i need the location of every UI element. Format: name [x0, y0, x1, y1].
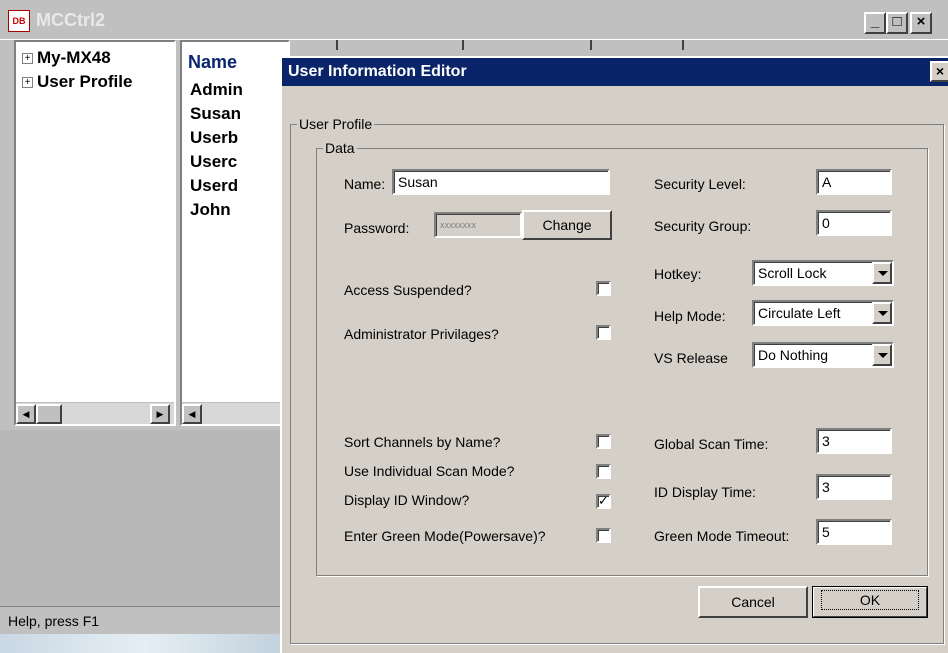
list-column-header-bar	[290, 40, 770, 50]
dropdown-arrow-icon[interactable]	[872, 302, 892, 324]
scroll-left-arrow-icon[interactable]: ◀	[16, 404, 36, 424]
id-display-time-field[interactable]: 3	[816, 474, 892, 500]
security-level-field[interactable]: A	[816, 169, 892, 195]
id-display-time-label: ID Display Time:	[654, 484, 756, 500]
display-id-window-label: Display ID Window?	[344, 492, 470, 508]
name-field[interactable]: Susan	[392, 169, 610, 195]
individual-scan-label: Use Individual Scan Mode?	[344, 463, 515, 479]
column-separator[interactable]	[336, 40, 338, 50]
global-scan-time-field[interactable]: 3	[816, 428, 892, 454]
list-item[interactable]: Admin	[190, 80, 243, 100]
maximize-button[interactable]: □	[886, 12, 908, 34]
sort-channels-label: Sort Channels by Name?	[344, 434, 501, 450]
app-icon: DB	[8, 10, 30, 32]
password-field: xxxxxxxx	[434, 212, 522, 238]
green-mode-label: Enter Green Mode(Powersave)?	[344, 528, 546, 544]
list-item[interactable]: Userd	[190, 176, 238, 196]
dialog-titlebar[interactable]: User Information Editor ×	[282, 58, 948, 86]
tree-item-my-mx48[interactable]: + My-MX48	[22, 48, 111, 70]
security-group-field[interactable]: 0	[816, 210, 892, 236]
list-item[interactable]: Userb	[190, 128, 238, 148]
list-item[interactable]: Susan	[190, 104, 241, 124]
tree-item-label: My-MX48	[37, 48, 111, 67]
tree-item-user-profile[interactable]: + User Profile	[22, 72, 132, 94]
individual-scan-checkbox[interactable]	[596, 464, 611, 479]
main-titlebar[interactable]: DB MCCtrl2 _ □ ×	[0, 0, 948, 40]
tree-item-label: User Profile	[37, 72, 133, 91]
vs-release-selected-value: Do Nothing	[758, 347, 829, 363]
expand-icon[interactable]: +	[22, 53, 33, 65]
change-password-button[interactable]: Change	[522, 210, 612, 240]
dialog-title: User Information Editor	[288, 63, 467, 80]
column-separator[interactable]	[682, 40, 684, 50]
status-text: Help, press F1	[8, 613, 100, 629]
minimize-button[interactable]: _	[864, 12, 886, 34]
security-group-label: Security Group:	[654, 218, 752, 234]
green-mode-checkbox[interactable]	[596, 528, 611, 543]
tree-view[interactable]: + My-MX48 + User Profile ◀ ▶	[14, 40, 176, 426]
hotkey-dropdown[interactable]: Scroll Lock	[752, 260, 894, 286]
list-item[interactable]: Userc	[190, 152, 237, 172]
expand-icon[interactable]: +	[22, 77, 33, 89]
ok-button-label: OK	[820, 590, 920, 610]
cancel-button[interactable]: Cancel	[698, 586, 808, 618]
dropdown-arrow-icon[interactable]	[872, 262, 892, 284]
client-area	[0, 430, 290, 610]
access-suspended-checkbox[interactable]	[596, 281, 611, 296]
administrator-privilages-label: Administrator Privilages?	[344, 326, 499, 342]
desktop-background	[0, 634, 290, 653]
column-separator[interactable]	[462, 40, 464, 50]
dialog-close-button[interactable]: ×	[930, 61, 948, 82]
hotkey-selected-value: Scroll Lock	[758, 265, 827, 281]
access-suspended-label: Access Suspended?	[344, 282, 472, 298]
list-horizontal-scrollbar[interactable]: ◀	[182, 402, 288, 424]
close-button[interactable]: ×	[910, 12, 932, 34]
green-mode-timeout-field[interactable]: 5	[816, 519, 892, 545]
scroll-left-arrow-icon[interactable]: ◀	[182, 404, 202, 424]
scroll-thumb[interactable]	[36, 404, 62, 424]
security-level-label: Security Level:	[654, 176, 746, 192]
vs-release-label: VS Release	[654, 350, 728, 366]
vs-release-dropdown[interactable]: Do Nothing	[752, 342, 894, 368]
help-mode-dropdown[interactable]: Circulate Left	[752, 300, 894, 326]
password-label: Password:	[344, 220, 410, 236]
data-group-label: Data	[325, 140, 355, 156]
dropdown-arrow-icon[interactable]	[872, 344, 892, 366]
list-column-header-name[interactable]: Name	[188, 52, 237, 73]
user-profile-group-label: User Profile	[299, 116, 373, 132]
user-information-editor-dialog: User Information Editor × User Profile D…	[280, 56, 948, 653]
help-mode-selected-value: Circulate Left	[758, 305, 841, 321]
list-view[interactable]: Name Admin Susan Userb Userc Userd John …	[180, 40, 290, 426]
administrator-privilages-checkbox[interactable]	[596, 325, 611, 340]
sort-channels-checkbox[interactable]	[596, 434, 611, 449]
display-id-window-checkbox[interactable]: ✓	[596, 494, 611, 509]
name-label: Name:	[344, 176, 386, 192]
green-mode-timeout-label: Green Mode Timeout:	[654, 528, 790, 544]
tree-horizontal-scrollbar[interactable]: ◀ ▶	[16, 402, 174, 424]
scroll-right-arrow-icon[interactable]: ▶	[150, 404, 170, 424]
status-bar: Help, press F1	[0, 606, 290, 634]
window-title: MCCtrl2	[36, 10, 106, 30]
help-mode-label: Help Mode:	[654, 308, 726, 324]
global-scan-time-label: Global Scan Time:	[654, 436, 769, 452]
hotkey-label: Hotkey:	[654, 266, 702, 282]
column-separator[interactable]	[590, 40, 592, 50]
list-item[interactable]: John	[190, 200, 231, 220]
ok-button[interactable]: OK	[812, 586, 928, 618]
